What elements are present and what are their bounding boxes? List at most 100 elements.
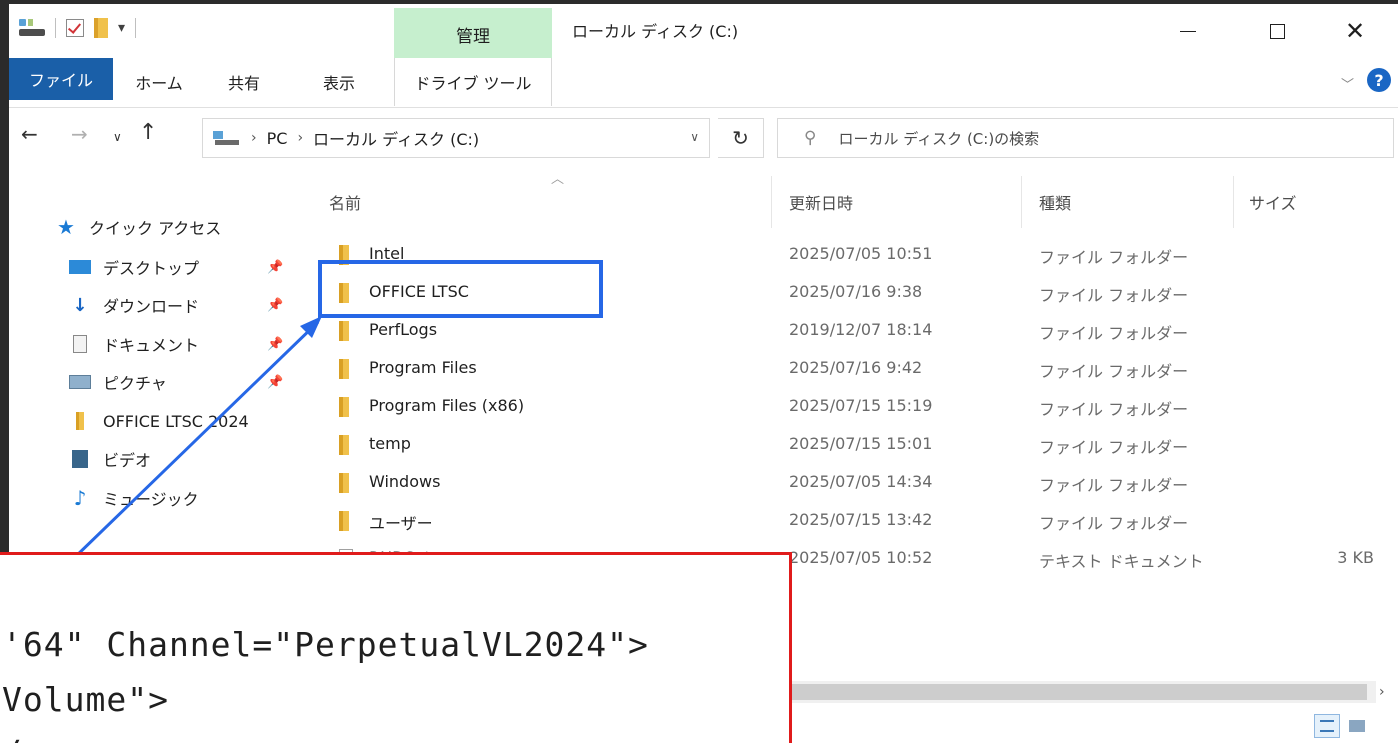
column-header-size[interactable]: サイズ [1249,190,1297,214]
help-icon[interactable]: ? [1367,68,1391,92]
chevron-down-icon[interactable]: ∨ [690,130,699,144]
callout-line: Volume"> [2,680,169,719]
refresh-button[interactable]: ↻ [718,118,764,158]
sidebar-item-videos[interactable]: ビデオ [67,440,299,478]
tab-home[interactable]: ホーム [129,58,189,106]
file-type: ファイル フォルダー [1039,400,1189,419]
recent-locations-button[interactable]: ∨ [113,130,122,144]
breadcrumb-drive[interactable]: ローカル ディスク (C:) [313,126,479,150]
properties-icon[interactable] [66,19,84,37]
scroll-right-icon[interactable]: › [1379,684,1385,700]
column-divider[interactable] [1021,176,1022,228]
folder-icon [339,321,349,341]
tab-share[interactable]: 共有 [219,58,269,106]
file-type: ファイル フォルダー [1039,324,1189,343]
file-type: ファイル フォルダー [1039,514,1189,533]
drive-icon[interactable] [19,19,45,37]
sidebar-item-label: ミュージック [103,490,199,509]
file-date: 2019/12/07 18:14 [789,320,933,339]
search-input[interactable]: ⚲ ローカル ディスク (C:)の検索 [777,118,1394,158]
sidebar-item-label: ビデオ [103,451,152,470]
details-view-button[interactable] [1314,714,1340,738]
back-button[interactable]: ← [21,122,38,146]
file-name: Windows [369,472,441,491]
quick-access-toolbar: ▾ [19,18,137,38]
file-date: 2025/07/15 13:42 [789,510,933,529]
context-tab-header: 管理 [394,8,552,58]
view-switcher [1314,714,1370,738]
sidebar-item-label: クイック アクセス [89,219,222,238]
sort-ascending-icon: ︿ [551,172,565,187]
maximize-button[interactable] [1254,14,1300,48]
expand-ribbon-icon[interactable]: ﹀ [1341,74,1354,93]
document-icon [67,335,93,353]
file-type: ファイル フォルダー [1039,286,1189,305]
file-date: 2025/07/16 9:42 [789,358,923,377]
table-row[interactable]: Program Files 2025/07/16 9:42 ファイル フォルダー [309,350,1394,388]
pin-icon[interactable]: 📌 [267,260,283,275]
sidebar-item-office-ltsc-2024[interactable]: OFFICE LTSC 2024 [67,402,299,440]
pin-icon[interactable]: 📌 [267,375,283,390]
pin-icon[interactable]: 📌 [267,337,283,352]
chevron-right-icon[interactable]: › [251,130,257,146]
column-header-type[interactable]: 種類 [1039,190,1071,214]
toolbar-separator [55,18,56,38]
forward-button[interactable]: → [71,122,88,146]
table-row[interactable]: temp 2025/07/15 15:01 ファイル フォルダー [309,426,1394,464]
ribbon-tabs: ファイル ホーム 共有 表示 ドライブ ツール ﹀ ? [9,58,1398,108]
chevron-right-icon[interactable]: › [297,130,303,146]
new-folder-icon[interactable] [94,18,108,38]
customize-toolbar-icon[interactable]: ▾ [118,20,125,36]
large-icons-view-button[interactable] [1344,714,1370,738]
folder-icon [339,511,349,531]
column-header-name[interactable]: 名前 [329,190,361,214]
close-button[interactable]: ✕ [1332,14,1378,48]
file-name: Program Files [369,358,477,377]
up-button[interactable]: ↑ [139,120,157,145]
minimize-button[interactable] [1165,14,1211,48]
title-bar: ▾ 管理 ローカル ディスク (C:) ✕ [9,4,1398,58]
address-bar[interactable]: › PC › ローカル ディスク (C:) ∨ [202,118,710,158]
tab-view[interactable]: 表示 [309,58,369,106]
column-divider[interactable] [771,176,772,228]
maximize-icon [1269,23,1285,39]
table-row[interactable]: Program Files (x86) 2025/07/15 15:19 ファイ… [309,388,1394,426]
file-date: 2025/07/15 15:19 [789,396,933,415]
sidebar-item-music[interactable]: ♪ ミュージック [67,479,299,517]
highlight-box [318,260,603,318]
sidebar-item-pictures[interactable]: ピクチャ 📌 [67,363,299,401]
file-date: 2025/07/05 14:34 [789,472,933,491]
folder-icon [339,397,349,417]
file-name: temp [369,434,411,453]
file-date: 2025/07/05 10:51 [789,244,933,263]
music-icon: ♪ [73,486,87,510]
file-date: 2025/07/16 9:38 [789,282,923,301]
tab-drive-tools[interactable]: ドライブ ツール [394,58,552,106]
download-icon: ↓ [72,294,88,316]
sidebar-item-quick-access[interactable]: ★ クイック アクセス [53,208,299,246]
pin-icon[interactable]: 📌 [267,298,283,313]
file-size: 3 KB [1337,548,1374,567]
sidebar-item-desktop[interactable]: デスクトップ 📌 [67,248,299,286]
minimize-icon [1180,30,1196,32]
tab-file[interactable]: ファイル [9,58,113,100]
folder-icon [67,412,93,430]
file-name: Program Files (x86) [369,396,525,415]
details-view-icon [1320,720,1334,732]
callout-line: / [2,733,23,743]
window-title: ローカル ディスク (C:) [572,22,739,41]
table-row[interactable]: ユーザー 2025/07/15 13:42 ファイル フォルダー [309,502,1394,540]
star-icon: ★ [57,215,75,239]
breadcrumb-pc[interactable]: PC [267,129,288,148]
folder-icon [339,359,349,379]
column-header-date[interactable]: 更新日時 [789,190,853,214]
desktop-icon [67,258,93,276]
callout-line: '64" Channel="PerpetualVL2024"> [2,625,649,664]
large-icons-view-icon [1349,720,1365,732]
search-placeholder: ローカル ディスク (C:)の検索 [838,129,1040,148]
table-row[interactable]: Windows 2025/07/05 14:34 ファイル フォルダー [309,464,1394,502]
sidebar-item-documents[interactable]: ドキュメント 📌 [67,325,299,363]
sidebar-item-downloads[interactable]: ↓ ダウンロード 📌 [67,286,299,324]
column-divider[interactable] [1233,176,1234,228]
file-type: ファイル フォルダー [1039,362,1189,381]
